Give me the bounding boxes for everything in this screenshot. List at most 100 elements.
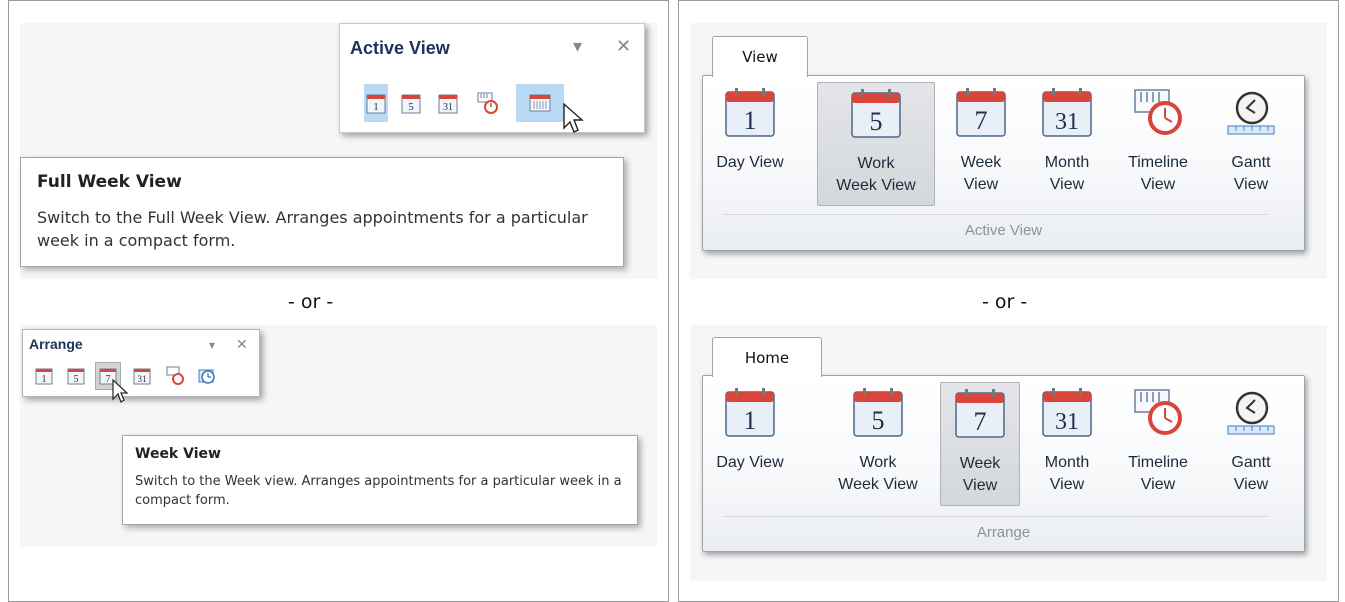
timeline-view-button[interactable] [474,84,502,122]
arrange-ribbon-group: 1 Day View 5 Work Week View 7 Week View … [702,375,1305,552]
calendar-week-icon: 7 [955,389,1005,438]
week-view-button[interactable]: 7 Week View [940,382,1020,506]
week-view-button[interactable]: 7 Week View [941,82,1021,206]
month-view-button[interactable]: 31 [436,84,460,122]
gantt-clock-icon [1227,391,1275,435]
tooltip-body: Switch to the Week view. Arranges appoin… [135,474,622,508]
close-icon[interactable]: ✕ [616,36,631,57]
work-week-view-button[interactable]: 5 [399,84,423,122]
button-label: Day View [716,454,784,471]
svg-text:7: 7 [975,106,988,135]
svg-text:5: 5 [872,406,885,435]
timeline-view-button[interactable] [163,364,187,388]
ribbon-group-label: Active View [964,222,1043,239]
right-frame: View 1 Day View 5 Work Week View 7 Week … [678,0,1339,602]
svg-text:1: 1 [42,374,47,385]
button-label: Month View [1044,154,1090,193]
full-week-view-button[interactable] [516,84,564,122]
gantt-view-button[interactable]: Gantt View [1211,382,1291,506]
calendar-work-week-icon: 5 [853,388,903,437]
calendar-day-icon: 1 [725,88,775,137]
gantt-view-button[interactable] [195,364,219,388]
svg-text:5: 5 [74,374,79,385]
floating-toolbar-example-panel: Active View ▾ ✕ 1 5 31 Full Week View Sw… [20,23,657,279]
arrange-floating-toolbar: Arrange ▾ ✕ 1 5 7 31 [22,329,260,403]
floating-toolbar-example-panel-2: Arrange ▾ ✕ 1 5 7 31 Week View Switch to… [20,325,657,546]
toolbar-title: Arrange [29,336,83,352]
svg-text:1: 1 [744,406,757,435]
button-label: Work Week View [836,155,916,194]
tooltip-title: Week View [135,446,221,462]
timeline-view-button[interactable]: Timeline View [1113,382,1203,506]
full-week-view-tooltip: Full Week View Switch to the Full Week V… [20,157,624,267]
button-label: Week View [960,154,1002,193]
svg-text:31: 31 [443,102,453,113]
timeline-clock-icon [1134,89,1182,135]
tooltip-body: Switch to the Full Week View. Arranges a… [37,208,588,250]
calendar-month-icon: 31 [1042,88,1092,137]
month-view-button[interactable]: 31 [131,364,153,388]
button-label: Timeline View [1128,154,1188,193]
calendar-day-icon: 1 [35,368,53,385]
calendar-work-week-icon: 5 [401,94,421,114]
timeline-clock-icon [477,92,498,114]
calendar-month-icon: 31 [1042,388,1092,437]
button-label: Gantt View [1231,154,1271,193]
calendar-week-icon: 7 [956,88,1006,137]
calendar-work-week-icon: 5 [851,89,901,138]
month-view-button[interactable]: 31 Month View [1027,382,1107,506]
day-view-button[interactable]: 1 Day View [708,82,792,206]
calendar-day-icon: 1 [366,94,386,114]
ribbon-group-label: Arrange [976,524,1031,541]
full-week-calendar-icon [529,94,551,112]
svg-text:7: 7 [106,374,111,385]
or-separator-right: - or - [982,291,1028,313]
timeline-clock-icon [1134,389,1182,435]
group-divider [723,214,1268,215]
button-label: Work Week View [838,454,918,493]
day-view-button[interactable]: 1 [33,364,55,388]
calendar-work-week-icon: 5 [67,368,85,385]
button-label: Day View [716,154,784,171]
ribbon-example-panel: View 1 Day View 5 Work Week View 7 Week … [690,23,1327,279]
tooltip-title: Full Week View [37,172,182,192]
button-label: Timeline View [1128,454,1188,493]
svg-text:5: 5 [408,101,414,113]
left-frame: Active View ▾ ✕ 1 5 31 Full Week View Sw… [8,0,669,602]
day-view-button[interactable]: 1 [364,84,388,122]
gantt-view-button[interactable]: Gantt View [1211,82,1291,206]
day-view-button[interactable]: 1 Day View [708,382,792,506]
button-label: Gantt View [1231,454,1271,493]
tab-view[interactable]: View [712,36,808,77]
svg-text:1: 1 [744,106,757,135]
svg-text:5: 5 [870,107,883,136]
ribbon-example-panel-2: Home 1 Day View 5 Work Week View 7 Week … [690,325,1327,581]
button-label: Week View [959,455,1001,494]
group-divider [723,516,1268,517]
mouse-cursor-icon [563,102,584,133]
calendar-month-icon: 31 [133,368,151,385]
calendar-month-icon: 31 [438,94,458,114]
chevron-down-icon[interactable]: ▾ [573,36,582,57]
toolbar-title: Active View [350,38,450,58]
svg-text:1: 1 [373,101,379,113]
week-view-tooltip: Week View Switch to the Week view. Arran… [122,435,638,525]
svg-text:7: 7 [974,407,987,436]
active-view-ribbon-group: 1 Day View 5 Work Week View 7 Week View … [702,75,1305,251]
button-label: Month View [1044,454,1090,493]
calendar-day-icon: 1 [725,388,775,437]
mouse-cursor-icon [112,378,129,403]
close-icon[interactable]: ✕ [236,336,248,353]
or-separator-left: - or - [288,291,334,313]
gantt-clock-icon [198,369,215,384]
work-week-view-button[interactable]: 5 Work Week View [823,382,933,506]
month-view-button[interactable]: 31 Month View [1027,82,1107,206]
svg-text:31: 31 [1055,409,1079,435]
timeline-view-button[interactable]: Timeline View [1113,82,1203,206]
tab-home[interactable]: Home [712,337,822,377]
work-week-view-button[interactable]: 5 [65,364,87,388]
work-week-view-button[interactable]: 5 Work Week View [817,82,935,206]
active-view-floating-toolbar: Active View ▾ ✕ 1 5 31 [339,23,645,133]
chevron-down-icon[interactable]: ▾ [209,338,215,352]
svg-text:31: 31 [1055,109,1079,135]
